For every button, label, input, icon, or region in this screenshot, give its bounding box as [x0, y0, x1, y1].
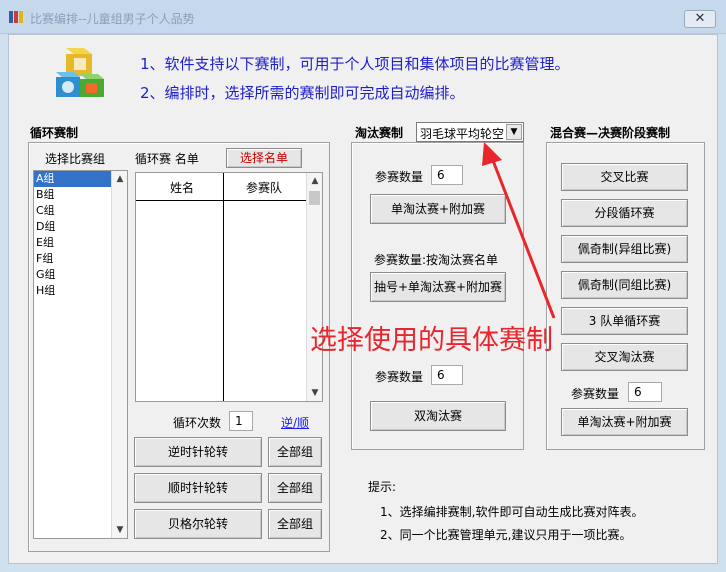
cross-match-button[interactable]: 交叉比赛: [561, 163, 688, 191]
title-bar: 比赛编排--儿童组男子个人品势 ✕: [0, 0, 726, 34]
column-team: 参赛队: [246, 181, 283, 195]
tips-title: 提示:: [368, 480, 397, 494]
roster-table[interactable]: 姓名 参赛队 ▲ ▼: [135, 172, 323, 402]
mixed-label: 混合赛—决赛阶段赛制: [550, 126, 671, 140]
knockout-format-select[interactable]: 羽毛球平均轮空 ▼: [416, 122, 524, 142]
double-elimination-button[interactable]: 双淘汰赛: [370, 401, 506, 431]
tips-line-2: 2、同一个比赛管理单元,建议只用于一项比赛。: [380, 528, 632, 542]
knockout-count-input-1[interactable]: 6: [431, 165, 463, 185]
scroll-down-icon[interactable]: ▼: [307, 385, 323, 401]
group-list-scrollbar[interactable]: ▲ ▼: [111, 171, 127, 538]
cycles-input[interactable]: 1: [229, 411, 253, 431]
intro-line-1: 1、软件支持以下赛制，可用于个人项目和集体项目的比赛管理。: [140, 55, 570, 73]
knockout-count-label-1: 参赛数量: [375, 170, 424, 184]
group-list[interactable]: A组 B组 C组 D组 E组 F组 G组 H组 ▲ ▼: [33, 170, 128, 539]
close-icon: ✕: [694, 11, 706, 26]
select-roster-button[interactable]: 选择名单: [226, 148, 302, 168]
select-group-label: 选择比赛组: [45, 152, 106, 166]
close-button[interactable]: ✕: [684, 10, 716, 28]
toy-blocks-icon: [56, 48, 104, 97]
roster-label: 循环赛 名单: [135, 152, 199, 166]
mixed-count-input[interactable]: 6: [628, 382, 662, 402]
scroll-up-icon[interactable]: ▲: [112, 171, 128, 187]
reverse-link[interactable]: 逆/顺: [281, 414, 309, 431]
clockwise-rotation-button[interactable]: 顺时针轮转: [134, 473, 262, 503]
cross-elimination-button[interactable]: 交叉淘汰赛: [561, 343, 688, 371]
window-title: 比赛编排--儿童组男子个人品势: [30, 12, 195, 26]
page-system-cross-group-button[interactable]: 佩奇制(异组比赛): [561, 235, 688, 263]
column-divider: [223, 173, 224, 401]
all-groups-button-2[interactable]: 全部组: [268, 473, 322, 503]
berger-rotation-button[interactable]: 贝格尔轮转: [134, 509, 262, 539]
knockout-count-input-3[interactable]: 6: [431, 365, 463, 385]
three-team-round-robin-button[interactable]: 3 队单循环赛: [561, 307, 688, 335]
knockout-label: 淘汰赛制: [355, 126, 404, 140]
cycles-label: 循环次数: [173, 416, 222, 430]
all-groups-button-3[interactable]: 全部组: [268, 509, 322, 539]
red-arrow-icon: [482, 142, 556, 319]
page-system-same-group-button[interactable]: 佩奇制(同组比赛): [561, 271, 688, 299]
tips-line-1: 1、选择编排赛制,软件即可自动生成比赛对阵表。: [380, 505, 644, 519]
annotation-text: 选择使用的具体赛制: [310, 325, 553, 356]
scroll-down-icon[interactable]: ▼: [112, 522, 128, 538]
mixed-count-label: 参赛数量: [571, 387, 620, 401]
app-icon: [9, 11, 23, 23]
intro-line-2: 2、编排时，选择所需的赛制即可完成自动编排。: [140, 84, 465, 102]
scroll-up-icon[interactable]: ▲: [307, 173, 323, 189]
knockout-count-label-3: 参赛数量: [375, 370, 424, 384]
chevron-down-icon[interactable]: ▼: [506, 124, 522, 140]
column-name: 姓名: [170, 181, 195, 195]
all-groups-button-1[interactable]: 全部组: [268, 437, 322, 467]
scroll-thumb[interactable]: [309, 191, 320, 205]
segmented-round-robin-button[interactable]: 分段循环赛: [561, 199, 688, 227]
roster-scrollbar[interactable]: ▲ ▼: [306, 173, 322, 401]
counterclockwise-rotation-button[interactable]: 逆时针轮转: [134, 437, 262, 467]
mixed-single-elimination-button[interactable]: 单淘汰赛+附加赛: [561, 408, 688, 436]
round-robin-label: 循环赛制: [30, 126, 79, 140]
